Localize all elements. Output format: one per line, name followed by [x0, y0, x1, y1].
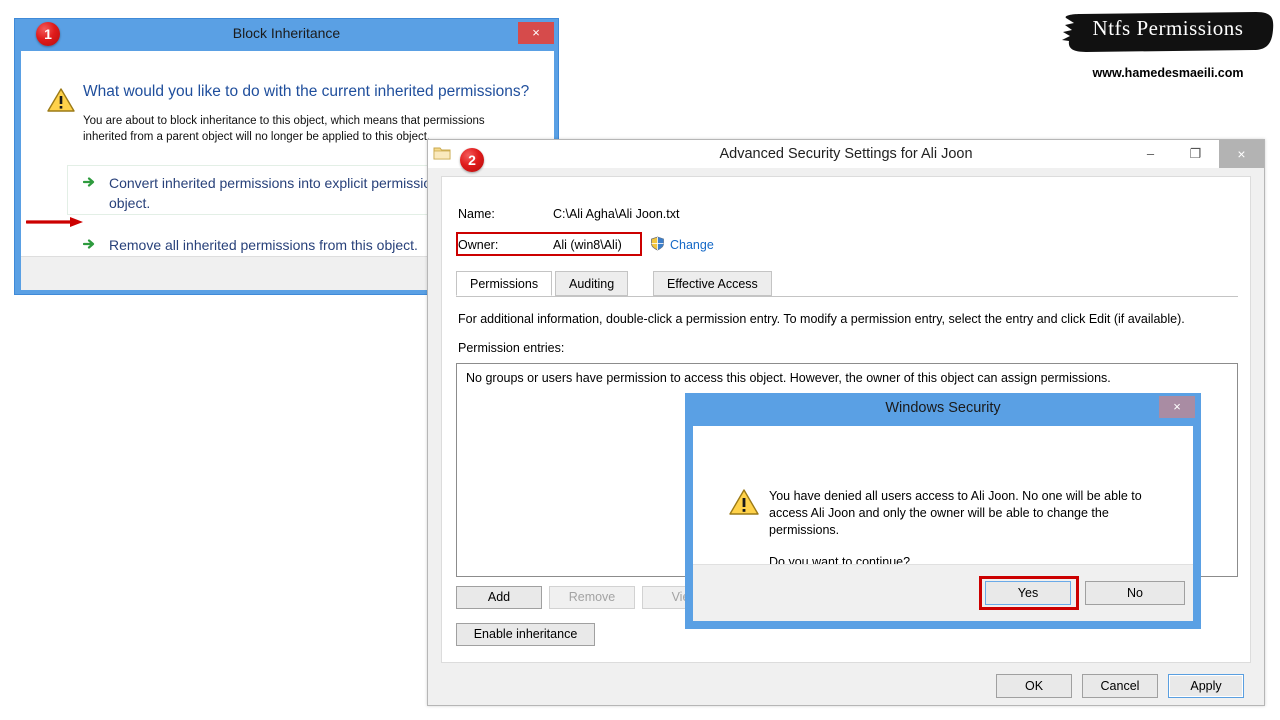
windows-security-message: You have denied all users access to Ali …	[769, 489, 1142, 537]
green-arrow-icon	[83, 239, 95, 249]
windows-security-title: Windows Security	[885, 400, 1001, 416]
block-inheritance-title: Block Inheritance	[232, 25, 341, 41]
warning-triangle-icon	[47, 88, 75, 112]
close-icon[interactable]: ×	[1219, 140, 1264, 168]
annotation-badge-2: 2	[460, 148, 484, 172]
permission-entries-empty-message: No groups or users have permission to ac…	[466, 371, 1111, 385]
annotation-red-arrow	[26, 217, 83, 227]
watermark: Ntfs Permissions www.hamedesmaeili.com	[1060, 2, 1280, 92]
tab-effective-access[interactable]: Effective Access	[653, 271, 772, 296]
enable-inheritance-button[interactable]: Enable inheritance	[456, 623, 595, 646]
name-label: Name:	[458, 207, 495, 221]
windows-security-titlebar: Windows Security ×	[685, 393, 1201, 426]
block-inheritance-titlebar: Block Inheritance ×	[15, 19, 558, 51]
shield-icon	[651, 236, 664, 251]
maximize-glyph: ❐	[1189, 146, 1202, 161]
remove-button: Remove	[549, 586, 635, 609]
tab-permissions[interactable]: Permissions	[456, 271, 553, 296]
maximize-icon[interactable]: ❐	[1173, 140, 1218, 168]
warning-triangle-icon	[729, 489, 759, 515]
no-button[interactable]: No	[1085, 581, 1185, 605]
windows-security-body: You have denied all users access to Ali …	[693, 426, 1193, 569]
close-icon[interactable]: ×	[1159, 396, 1195, 418]
tab-auditing[interactable]: Auditing	[555, 271, 629, 296]
add-button[interactable]: Add	[456, 586, 542, 609]
close-glyph: ×	[1237, 146, 1246, 162]
ok-button[interactable]: OK	[996, 674, 1072, 698]
advanced-security-titlebar: Advanced Security Settings for Ali Joon …	[428, 140, 1264, 168]
green-arrow-icon	[83, 177, 95, 187]
change-owner-link[interactable]: Change	[670, 238, 714, 252]
minimize-icon[interactable]: –	[1128, 140, 1173, 168]
watermark-title: Ntfs Permissions	[1092, 16, 1244, 40]
apply-button[interactable]: Apply	[1168, 674, 1244, 698]
name-value: C:\Ali Agha\Ali Joon.txt	[553, 207, 680, 221]
minimize-glyph: –	[1146, 146, 1155, 161]
yes-button[interactable]: Yes	[985, 581, 1071, 605]
cancel-button[interactable]: Cancel	[1082, 674, 1158, 698]
permission-entries-label: Permission entries:	[458, 341, 565, 355]
permissions-instructions: For additional information, double-click…	[458, 312, 1185, 326]
block-inheritance-heading: What would you like to do with the curre…	[83, 83, 530, 100]
annotation-owner-highlight	[456, 232, 642, 256]
watermark-url: www.hamedesmaeili.com	[1092, 66, 1244, 80]
annotation-badge-1: 1	[36, 22, 60, 46]
close-icon[interactable]: ×	[518, 22, 554, 44]
tabstrip: Permissions Auditing Effective Access	[456, 271, 1238, 297]
